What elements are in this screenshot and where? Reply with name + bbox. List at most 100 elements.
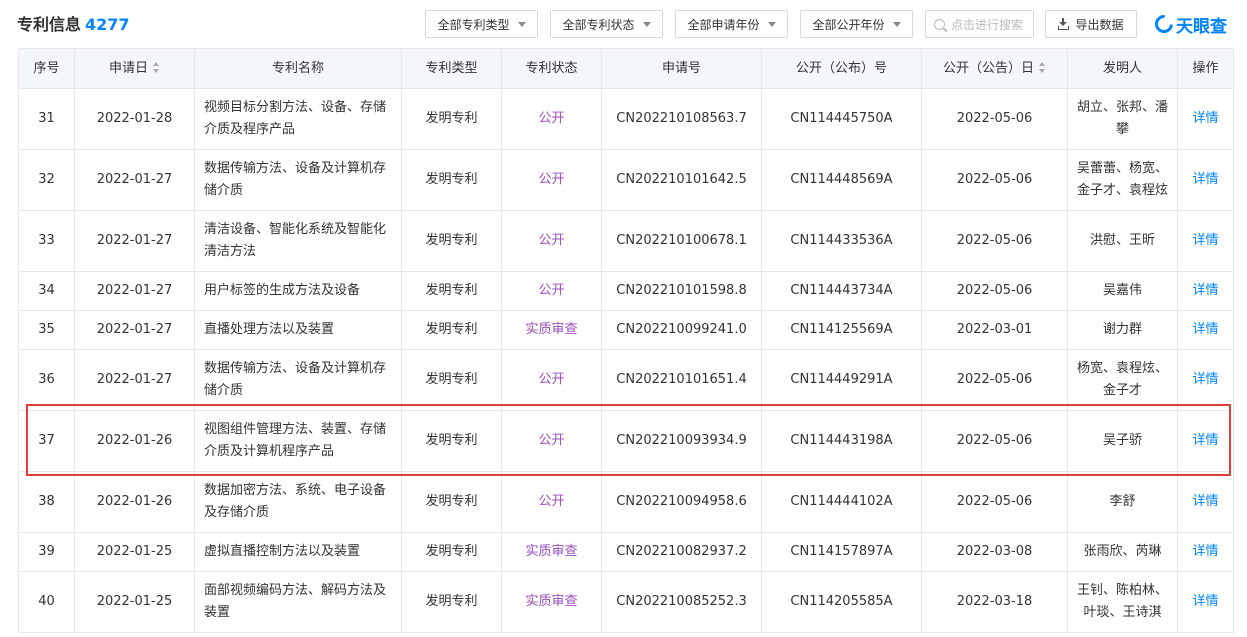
inventor-cell: 杨宽、袁程炫、金子才 <box>1067 349 1178 411</box>
table-header-row: 序号 申请日 专利名称 专利类型 专利状态 申请号 公开（公布）号 公开（公告）… <box>18 48 1234 89</box>
index-cell: 33 <box>18 210 75 272</box>
index-cell: 35 <box>18 310 75 350</box>
search-input[interactable]: 点击进行搜索 <box>925 10 1034 38</box>
inventor-cell: 谢力群 <box>1067 310 1178 350</box>
sort-icon[interactable] <box>1039 61 1046 73</box>
inventor-cell: 吴嘉伟 <box>1067 271 1178 311</box>
patent-status-cell: 公开 <box>501 210 602 272</box>
detail-link[interactable]: 详情 <box>1177 471 1234 533</box>
index-cell: 39 <box>18 532 75 572</box>
filter-patent-type-label: 全部专利类型 <box>437 17 510 32</box>
col-header-index: 序号 <box>18 48 75 89</box>
pub-no-cell: CN114433536A <box>761 210 922 272</box>
table-row: 38 2022-01-26 数据加密方法、系统、电子设备及存储介质 发明专利 公开 CN2… <box>18 471 1234 533</box>
apply-date-cell: 2022-01-27 <box>74 210 195 272</box>
patent-status-cell: 公开 <box>501 271 602 311</box>
index-cell: 38 <box>18 471 75 533</box>
caret-down-icon <box>642 21 651 27</box>
header-bar: 专利信息 4277 全部专利类型 全部专利状态 全部申请年份 全部公开年份 点击进… <box>0 0 1247 48</box>
patent-status-cell: 公开 <box>501 149 602 211</box>
pub-no-cell: CN114448569A <box>761 149 922 211</box>
app-no-cell: CN202210085252.3 <box>601 571 762 633</box>
patent-type-cell: 发明专利 <box>401 310 502 350</box>
logo-icon <box>1151 11 1177 37</box>
pub-date-cell: 2022-05-06 <box>921 210 1068 272</box>
app-no-cell: CN202210100678.1 <box>601 210 762 272</box>
index-cell: 40 <box>18 571 75 633</box>
patent-type-cell: 发明专利 <box>401 271 502 311</box>
patent-type-cell: 发明专利 <box>401 349 502 411</box>
inventor-cell: 洪慰、王昕 <box>1067 210 1178 272</box>
caret-down-icon <box>517 21 526 27</box>
apply-date-cell: 2022-01-26 <box>74 410 195 472</box>
inventor-cell: 张雨欣、芮琳 <box>1067 532 1178 572</box>
table-row: 36 2022-01-27 数据传输方法、设备及计算机存储介质 发明专利 公开 CN202… <box>18 349 1234 411</box>
pub-no-cell: CN114443198A <box>761 410 922 472</box>
patent-table: 序号 申请日 专利名称 专利类型 专利状态 申请号 公开（公布）号 公开（公告）… <box>18 48 1234 633</box>
export-label: 导出数据 <box>1075 17 1124 32</box>
patent-status-cell: 实质审查 <box>501 532 602 572</box>
patent-type-cell: 发明专利 <box>401 210 502 272</box>
detail-link[interactable]: 详情 <box>1177 210 1234 272</box>
pub-date-cell: 2022-05-06 <box>921 471 1068 533</box>
app-no-cell: CN202210108563.7 <box>601 88 762 150</box>
pub-date-cell: 2022-03-01 <box>921 310 1068 350</box>
pub-no-cell: CN114449291A <box>761 349 922 411</box>
index-cell: 32 <box>18 149 75 211</box>
patent-count: 4277 <box>85 15 130 34</box>
filter-publish-year[interactable]: 全部公开年份 <box>800 10 913 38</box>
detail-link[interactable]: 详情 <box>1177 310 1234 350</box>
detail-link[interactable]: 详情 <box>1177 88 1234 150</box>
tianyancha-logo: 天眼查 <box>1151 10 1227 38</box>
detail-link[interactable]: 详情 <box>1177 271 1234 311</box>
inventor-cell: 吴蕾蕾、杨宽、金子才、袁程炫 <box>1067 149 1178 211</box>
filter-patent-type[interactable]: 全部专利类型 <box>425 10 538 38</box>
search-icon <box>934 18 945 30</box>
filter-patent-status-label: 全部专利状态 <box>562 17 635 32</box>
apply-date-cell: 2022-01-25 <box>74 571 195 633</box>
inventor-cell: 胡立、张邦、潘攀 <box>1067 88 1178 150</box>
patent-name-cell: 数据传输方法、设备及计算机存储介质 <box>194 149 402 211</box>
patent-type-cell: 发明专利 <box>401 88 502 150</box>
detail-link[interactable]: 详情 <box>1177 410 1234 472</box>
detail-link[interactable]: 详情 <box>1177 571 1234 633</box>
title-text: 专利信息 <box>17 15 82 34</box>
filter-patent-status[interactable]: 全部专利状态 <box>550 10 663 38</box>
filter-apply-year[interactable]: 全部申请年份 <box>675 10 788 38</box>
patent-name-cell: 数据加密方法、系统、电子设备及存储介质 <box>194 471 402 533</box>
index-cell: 36 <box>18 349 75 411</box>
detail-link[interactable]: 详情 <box>1177 532 1234 572</box>
col-header-app-no: 申请号 <box>601 48 762 89</box>
patent-status-cell: 公开 <box>501 349 602 411</box>
patent-status-cell: 公开 <box>501 410 602 472</box>
app-no-cell: CN202210094958.6 <box>601 471 762 533</box>
apply-date-cell: 2022-01-26 <box>74 471 195 533</box>
inventor-cell: 王钊、陈柏林、叶琰、王诗淇 <box>1067 571 1178 633</box>
col-header-pub-date-label: 公开（公告）日 <box>942 60 1034 76</box>
table-row: 32 2022-01-27 数据传输方法、设备及计算机存储介质 发明专利 公开 CN202… <box>18 149 1234 211</box>
col-header-pub-no: 公开（公布）号 <box>761 48 922 89</box>
patent-type-cell: 发明专利 <box>401 149 502 211</box>
detail-link[interactable]: 详情 <box>1177 149 1234 211</box>
patent-name-cell: 数据传输方法、设备及计算机存储介质 <box>194 349 402 411</box>
page-title: 专利信息 4277 <box>17 11 130 35</box>
sort-icon[interactable] <box>153 61 160 73</box>
export-button[interactable]: 导出数据 <box>1045 10 1137 38</box>
app-no-cell: CN202210099241.0 <box>601 310 762 350</box>
patent-name-cell: 虚拟直播控制方法以及装置 <box>194 532 402 572</box>
patent-type-cell: 发明专利 <box>401 532 502 572</box>
pub-date-cell: 2022-05-06 <box>921 271 1068 311</box>
pub-date-cell: 2022-05-06 <box>921 88 1068 150</box>
col-header-pub-date[interactable]: 公开（公告）日 <box>921 48 1068 89</box>
app-no-cell: CN202210101598.8 <box>601 271 762 311</box>
detail-link[interactable]: 详情 <box>1177 349 1234 411</box>
table-row: 34 2022-01-27 用户标签的生成方法及设备 发明专利 公开 CN20221010… <box>18 271 1234 311</box>
caret-down-icon <box>892 21 901 27</box>
col-header-apply-date[interactable]: 申请日 <box>74 48 195 89</box>
patent-type-cell: 发明专利 <box>401 571 502 633</box>
download-icon <box>1058 18 1070 30</box>
col-header-patent-type: 专利类型 <box>401 48 502 89</box>
inventor-cell: 李舒 <box>1067 471 1178 533</box>
table-row: 33 2022-01-27 清洁设备、智能化系统及智能化清洁方法 发明专利 公开 CN20… <box>18 210 1234 272</box>
patent-name-cell: 视图组件管理方法、装置、存储介质及计算机程序产品 <box>194 410 402 472</box>
